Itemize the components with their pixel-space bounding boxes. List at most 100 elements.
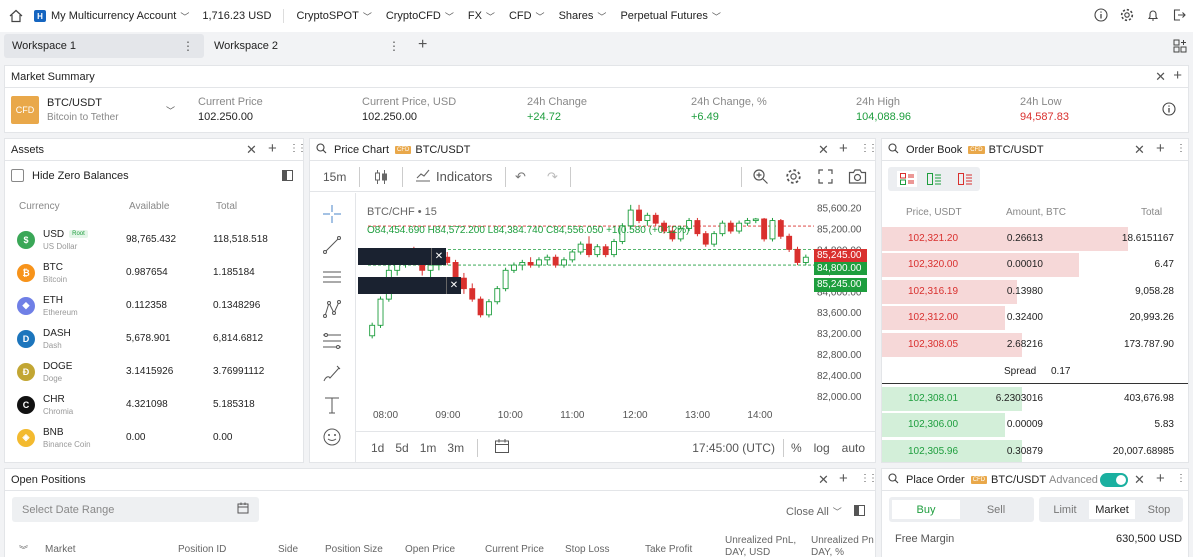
redo-icon[interactable]: ↷ bbox=[547, 169, 558, 185]
camera-icon[interactable] bbox=[848, 168, 867, 188]
sell-tab[interactable]: Sell bbox=[962, 500, 1030, 519]
settings-gear-icon[interactable] bbox=[785, 168, 802, 188]
log-toggle[interactable]: log bbox=[814, 441, 830, 455]
asset-row[interactable]: ◆ ETH Ethereum 0.112358 0.1348296 bbox=[5, 289, 303, 322]
menu-cryptocfd[interactable]: CryptoCFD ﹀ bbox=[386, 10, 454, 23]
menu-cryptospot[interactable]: CryptoSPOT ﹀ bbox=[296, 10, 371, 23]
info-icon[interactable] bbox=[1162, 102, 1176, 119]
col-unrealized-pnl-usd[interactable]: Unrealized PnL, DAY, USD bbox=[725, 535, 807, 557]
kebab-menu-icon[interactable]: ⋮ bbox=[388, 39, 400, 53]
book-bids-icon[interactable] bbox=[927, 173, 941, 188]
tab-workspace-2[interactable]: Workspace 2 ⋮ bbox=[208, 34, 408, 58]
close-icon[interactable]: ✕ bbox=[818, 472, 829, 488]
widgets-grid-icon[interactable] bbox=[1173, 39, 1187, 56]
drag-handle-icon[interactable]: ⋮⋮ bbox=[860, 143, 875, 154]
place-order-symbol[interactable]: BTC/USDT bbox=[991, 474, 1046, 486]
menu-fx[interactable]: FX ﹀ bbox=[468, 10, 495, 23]
bid-row[interactable]: 102,306.00 0.00009 5.83 bbox=[882, 412, 1188, 438]
info-icon[interactable] bbox=[1094, 7, 1108, 25]
col-take-profit[interactable]: Take Profit bbox=[645, 544, 692, 555]
buy-tab[interactable]: Buy bbox=[892, 500, 960, 519]
add-icon[interactable]: + bbox=[839, 470, 848, 487]
add-icon[interactable]: + bbox=[839, 140, 848, 157]
menu-perpetual-futures[interactable]: Perpetual Futures ﹀ bbox=[620, 10, 720, 23]
sort-icon[interactable]: ︾ bbox=[19, 543, 28, 556]
menu-shares[interactable]: Shares ﹀ bbox=[559, 10, 607, 23]
close-icon[interactable]: ✕ bbox=[1134, 472, 1145, 488]
col-unrealized-pnl-pct[interactable]: Unrealized Pn DAY, % bbox=[811, 535, 875, 557]
drag-handle-icon[interactable]: ⋮⋮ bbox=[1176, 143, 1188, 154]
search-icon[interactable] bbox=[316, 142, 327, 157]
asset-row[interactable]: C CHR Chromia 4.321098 5.185318 bbox=[5, 388, 303, 421]
columns-icon[interactable] bbox=[854, 505, 865, 519]
interval-selector[interactable]: 15m bbox=[323, 170, 346, 184]
checkbox[interactable] bbox=[11, 169, 24, 182]
search-icon[interactable] bbox=[888, 472, 899, 487]
col-side[interactable]: Side bbox=[278, 544, 298, 555]
drag-handle-icon[interactable]: ⋮⋮ bbox=[289, 143, 303, 154]
candle-type-icon[interactable] bbox=[374, 169, 388, 188]
indicators-button[interactable]: Indicators bbox=[415, 168, 492, 185]
order-line-widget-green[interactable]: ✕ bbox=[358, 277, 461, 294]
col-market[interactable]: Market bbox=[45, 544, 76, 555]
asset-row[interactable]: D DASH Dash 5,678.901 6,814.6812 bbox=[5, 322, 303, 355]
calendar-icon[interactable] bbox=[237, 502, 249, 517]
add-icon[interactable]: + bbox=[1173, 67, 1182, 84]
chart-symbol[interactable]: BTC/USDT bbox=[415, 144, 470, 156]
zoom-icon[interactable] bbox=[752, 168, 769, 188]
hide-zero-toggle[interactable]: Hide Zero Balances bbox=[11, 169, 129, 182]
advanced-toggle[interactable] bbox=[1100, 473, 1128, 487]
range-3m[interactable]: 3m bbox=[447, 441, 464, 455]
ask-row[interactable]: 102,308.05 2.68216 173.787.90 bbox=[882, 332, 1188, 358]
logout-icon[interactable] bbox=[1172, 8, 1186, 25]
drag-handle-icon[interactable]: ⋮⋮ bbox=[1176, 473, 1188, 484]
close-icon[interactable]: ✕ bbox=[246, 142, 257, 158]
home-icon[interactable] bbox=[8, 9, 24, 23]
bell-icon[interactable] bbox=[1146, 8, 1160, 25]
instrument-selector[interactable]: CFD BTC/USDT Bitcoin to Tether ﹀ bbox=[11, 93, 181, 127]
col-open-price[interactable]: Open Price bbox=[405, 544, 455, 555]
fullscreen-icon[interactable] bbox=[818, 169, 833, 187]
kebab-menu-icon[interactable]: ⋮ bbox=[182, 39, 194, 53]
add-workspace-icon[interactable]: + bbox=[418, 36, 427, 54]
columns-icon[interactable] bbox=[282, 170, 293, 184]
close-icon[interactable]: ✕ bbox=[431, 248, 446, 265]
bid-row[interactable]: 102,305.96 0.30879 20,007.68985 bbox=[882, 439, 1188, 462]
limit-tab[interactable]: Limit bbox=[1042, 500, 1088, 519]
menu-cfd[interactable]: CFD ﹀ bbox=[509, 10, 545, 23]
bid-row[interactable]: 102,308.01 6.2303016 403,676.98 bbox=[882, 386, 1188, 412]
close-icon[interactable]: ✕ bbox=[446, 277, 461, 294]
order-book-symbol[interactable]: BTC/USDT bbox=[989, 144, 1044, 156]
add-icon[interactable]: + bbox=[1156, 470, 1165, 487]
asset-row[interactable]: Ð DOGE Doge 3.1415926 3.76991112 bbox=[5, 355, 303, 388]
col-stop-loss[interactable]: Stop Loss bbox=[565, 544, 609, 555]
range-5d[interactable]: 5d bbox=[395, 441, 408, 455]
search-icon[interactable] bbox=[888, 142, 899, 157]
ask-row[interactable]: 102,320.00 0.00010 6.47 bbox=[882, 252, 1188, 278]
ask-row[interactable]: 102,321.20 0.26613 18.6151167 bbox=[882, 226, 1188, 252]
percent-toggle[interactable]: % bbox=[791, 441, 802, 455]
asset-row[interactable]: $ USD Root US Dollar 98,765.432 118,518.518 bbox=[5, 223, 303, 256]
stop-tab[interactable]: Stop bbox=[1136, 500, 1182, 519]
close-icon[interactable]: ✕ bbox=[818, 142, 829, 158]
close-icon[interactable]: ✕ bbox=[1155, 69, 1166, 85]
tab-workspace-1[interactable]: Workspace 1 ⋮ bbox=[4, 34, 204, 58]
auto-toggle[interactable]: auto bbox=[842, 441, 865, 455]
col-position-id[interactable]: Position ID bbox=[178, 544, 226, 555]
add-icon[interactable]: + bbox=[268, 140, 277, 157]
range-1m[interactable]: 1m bbox=[420, 441, 437, 455]
close-all-button[interactable]: Close All ﹀ bbox=[786, 505, 842, 518]
undo-icon[interactable]: ↶ bbox=[515, 169, 526, 185]
add-icon[interactable]: + bbox=[1156, 140, 1165, 157]
ask-row[interactable]: 102,316.19 0.13980 9,058.28 bbox=[882, 279, 1188, 305]
drag-handle-icon[interactable]: ⋮⋮ bbox=[860, 473, 875, 484]
date-range-input[interactable]: Select Date Range bbox=[12, 497, 259, 522]
ask-row[interactable]: 102,312.00 0.32400 20,993.26 bbox=[882, 305, 1188, 331]
account-selector[interactable]: H My Multicurrency Account ﹀ bbox=[34, 10, 189, 23]
calendar-icon[interactable] bbox=[494, 438, 510, 457]
col-current-price[interactable]: Current Price bbox=[485, 544, 544, 555]
col-position-size[interactable]: Position Size bbox=[325, 544, 383, 555]
market-tab[interactable]: Market bbox=[1089, 500, 1135, 519]
book-asks-icon[interactable] bbox=[958, 173, 972, 188]
order-line-widget-red[interactable]: ✕ bbox=[358, 248, 446, 265]
